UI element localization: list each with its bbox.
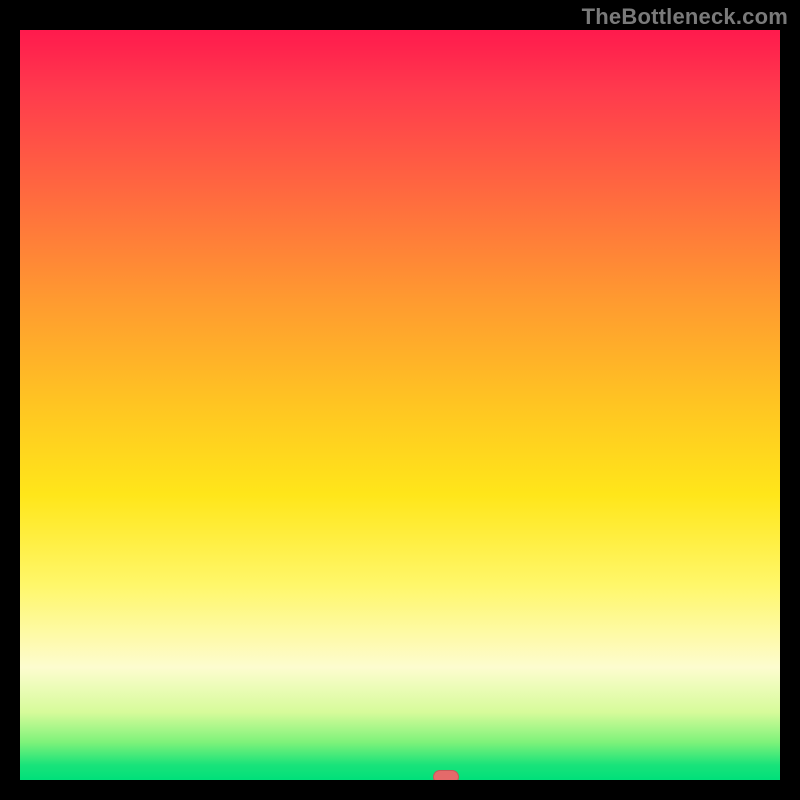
- chart-frame: TheBottleneck.com: [0, 0, 800, 800]
- background-gradient: [20, 30, 780, 780]
- watermark-text: TheBottleneck.com: [582, 4, 788, 30]
- optimal-point-marker: [433, 770, 459, 780]
- plot-area: [20, 30, 780, 780]
